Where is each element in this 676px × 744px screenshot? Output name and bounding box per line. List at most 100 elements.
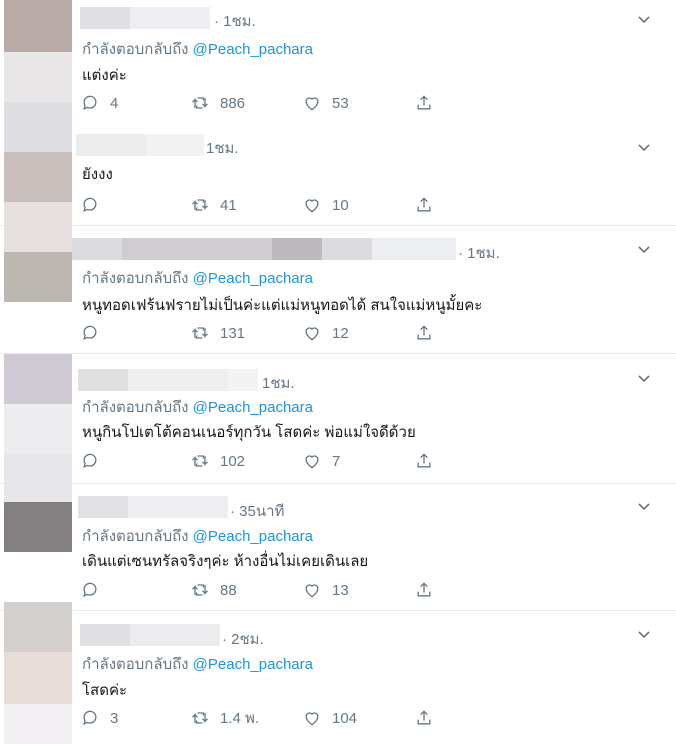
tweet-actions: 102 7 [80, 450, 480, 472]
like-button[interactable]: 53 [302, 92, 349, 114]
tweet-timestamp[interactable]: · 1ชม. [214, 9, 256, 33]
share-icon [417, 325, 431, 340]
like-button[interactable]: 10 [302, 194, 349, 216]
like-button[interactable]: 7 [302, 450, 340, 472]
retweet-button[interactable]: 102 [190, 450, 245, 472]
share-button[interactable] [414, 450, 434, 472]
share-icon [417, 582, 431, 597]
author-handle[interactable] [128, 369, 228, 391]
tweet-actions: 4 886 53 [80, 92, 480, 114]
tweet-text: หนูทอดเฟร้นฟรายไม่เป็นค่ะแต่แม่หนูทอดได้… [82, 297, 483, 314]
reply-icon [83, 95, 97, 110]
like-count: 53 [332, 94, 349, 112]
reply-button[interactable] [80, 194, 110, 216]
author-name[interactable] [78, 369, 128, 391]
share-button[interactable] [414, 579, 434, 601]
like-button[interactable]: 13 [302, 579, 349, 601]
retweet-count: 102 [220, 452, 246, 470]
chevron-down-icon[interactable] [636, 626, 652, 642]
replying-to-handle[interactable]: @Peach_pachara [193, 528, 313, 545]
replying-to: กำลังตอบกลับถึง @Peach_pachara [82, 270, 313, 287]
retweet-count: 88 [220, 581, 237, 599]
retweet-button[interactable]: 131 [190, 322, 245, 344]
chevron-down-icon[interactable] [636, 139, 652, 155]
replying-to-handle[interactable]: @Peach_pachara [193, 41, 313, 58]
chevron-down-icon[interactable] [636, 241, 652, 257]
reply-icon [83, 453, 97, 468]
replying-to-handle[interactable]: @Peach_pachara [193, 270, 313, 287]
tweet[interactable]: 1ชม. กำลังตอบกลับถึง @Peach_pachara หนูก… [0, 354, 676, 483]
retweet-icon [192, 584, 208, 596]
author-handle[interactable] [128, 496, 228, 518]
heart-icon [305, 712, 319, 726]
tweet-text: แต่งค่ะ [82, 67, 127, 84]
retweet-button[interactable]: 886 [190, 92, 245, 114]
chevron-down-icon[interactable] [636, 498, 652, 514]
retweet-button[interactable]: 88 [190, 579, 237, 601]
tweet-timestamp[interactable]: · 35นาที [230, 499, 284, 523]
tweet-actions: 41 10 [80, 194, 480, 216]
retweet-icon [192, 199, 208, 211]
reply-icon [83, 325, 97, 340]
heart-icon [305, 455, 319, 469]
author-name[interactable] [80, 624, 130, 646]
reply-count: 4 [110, 94, 119, 112]
author-name[interactable] [72, 238, 122, 260]
like-button[interactable]: 104 [302, 707, 357, 729]
retweet-button[interactable]: 1.4 พ. [190, 707, 259, 729]
reply-icon [83, 197, 97, 212]
reply-button[interactable]: 3 [80, 707, 118, 729]
share-icon [417, 95, 431, 110]
like-count: 7 [332, 452, 341, 470]
tweet[interactable]: · 1ชม. กำลังตอบกลับถึง @Peach_pachara หน… [0, 226, 676, 353]
author-name-blur [122, 238, 272, 260]
tweet-timestamp[interactable]: · 1ชม. [458, 241, 500, 265]
tweet[interactable]: 1ชม. ยังงง 41 10 [0, 126, 676, 226]
replying-to: กำลังตอบกลับถึง @Peach_pachara [82, 656, 313, 673]
tweet-actions: 131 12 [80, 322, 480, 344]
tweet-timestamp[interactable]: 1ชม. [206, 136, 239, 160]
replying-to: กำลังตอบกลับถึง @Peach_pachara [82, 528, 313, 545]
reply-icon [83, 710, 97, 725]
tweet-text: โสดค่ะ [82, 682, 128, 699]
replying-to-handle[interactable]: @Peach_pachara [193, 656, 313, 673]
retweet-count: 886 [220, 94, 246, 112]
tweet[interactable]: · 1ชม. กำลังตอบกลับถึง @Peach_pachara แต… [0, 0, 676, 126]
author-name[interactable] [80, 7, 130, 29]
reply-button[interactable]: 4 [80, 92, 118, 114]
author-name[interactable] [78, 496, 128, 518]
retweet-count: 131 [220, 324, 246, 342]
tweet-actions: 88 13 [80, 579, 480, 601]
retweet-icon [192, 455, 208, 467]
retweet-icon [192, 327, 208, 339]
like-count: 104 [332, 709, 358, 727]
reply-button[interactable] [80, 579, 110, 601]
like-button[interactable]: 12 [302, 322, 349, 344]
author-handle[interactable] [130, 7, 210, 29]
share-button[interactable] [414, 322, 434, 344]
heart-icon [305, 97, 319, 111]
tweet[interactable]: · 2ชม. กำลังตอบกลับถึง @Peach_pachara โส… [0, 611, 676, 743]
author-name[interactable] [76, 134, 146, 156]
replying-to-handle[interactable]: @Peach_pachara [193, 399, 313, 416]
author-handle[interactable] [130, 624, 220, 646]
reply-button[interactable] [80, 322, 110, 344]
tweet-actions: 3 1.4 พ. 104 [80, 707, 480, 729]
like-count: 10 [332, 196, 349, 214]
tweet-timestamp[interactable]: 1ชม. [262, 371, 295, 395]
author-handle[interactable] [272, 238, 322, 260]
share-button[interactable] [414, 194, 434, 216]
retweet-button[interactable]: 41 [190, 194, 237, 216]
tweet[interactable]: · 35นาที กำลังตอบกลับถึง @Peach_pachara … [0, 484, 676, 610]
tweet-timestamp[interactable]: · 2ชม. [222, 627, 264, 651]
share-button[interactable] [414, 92, 434, 114]
replying-to: กำลังตอบกลับถึง @Peach_pachara [82, 41, 313, 58]
like-count: 13 [332, 581, 349, 599]
reply-button[interactable] [80, 450, 110, 472]
chevron-down-icon[interactable] [636, 370, 652, 386]
tweet-text: เดินแต่เซนทรัลจริงๆค่ะ ห้างอื่นไม่เคยเดิ… [82, 553, 369, 570]
chevron-down-icon[interactable] [636, 11, 652, 27]
reply-count: 3 [110, 709, 119, 727]
author-handle[interactable] [146, 134, 204, 156]
share-button[interactable] [414, 707, 434, 729]
